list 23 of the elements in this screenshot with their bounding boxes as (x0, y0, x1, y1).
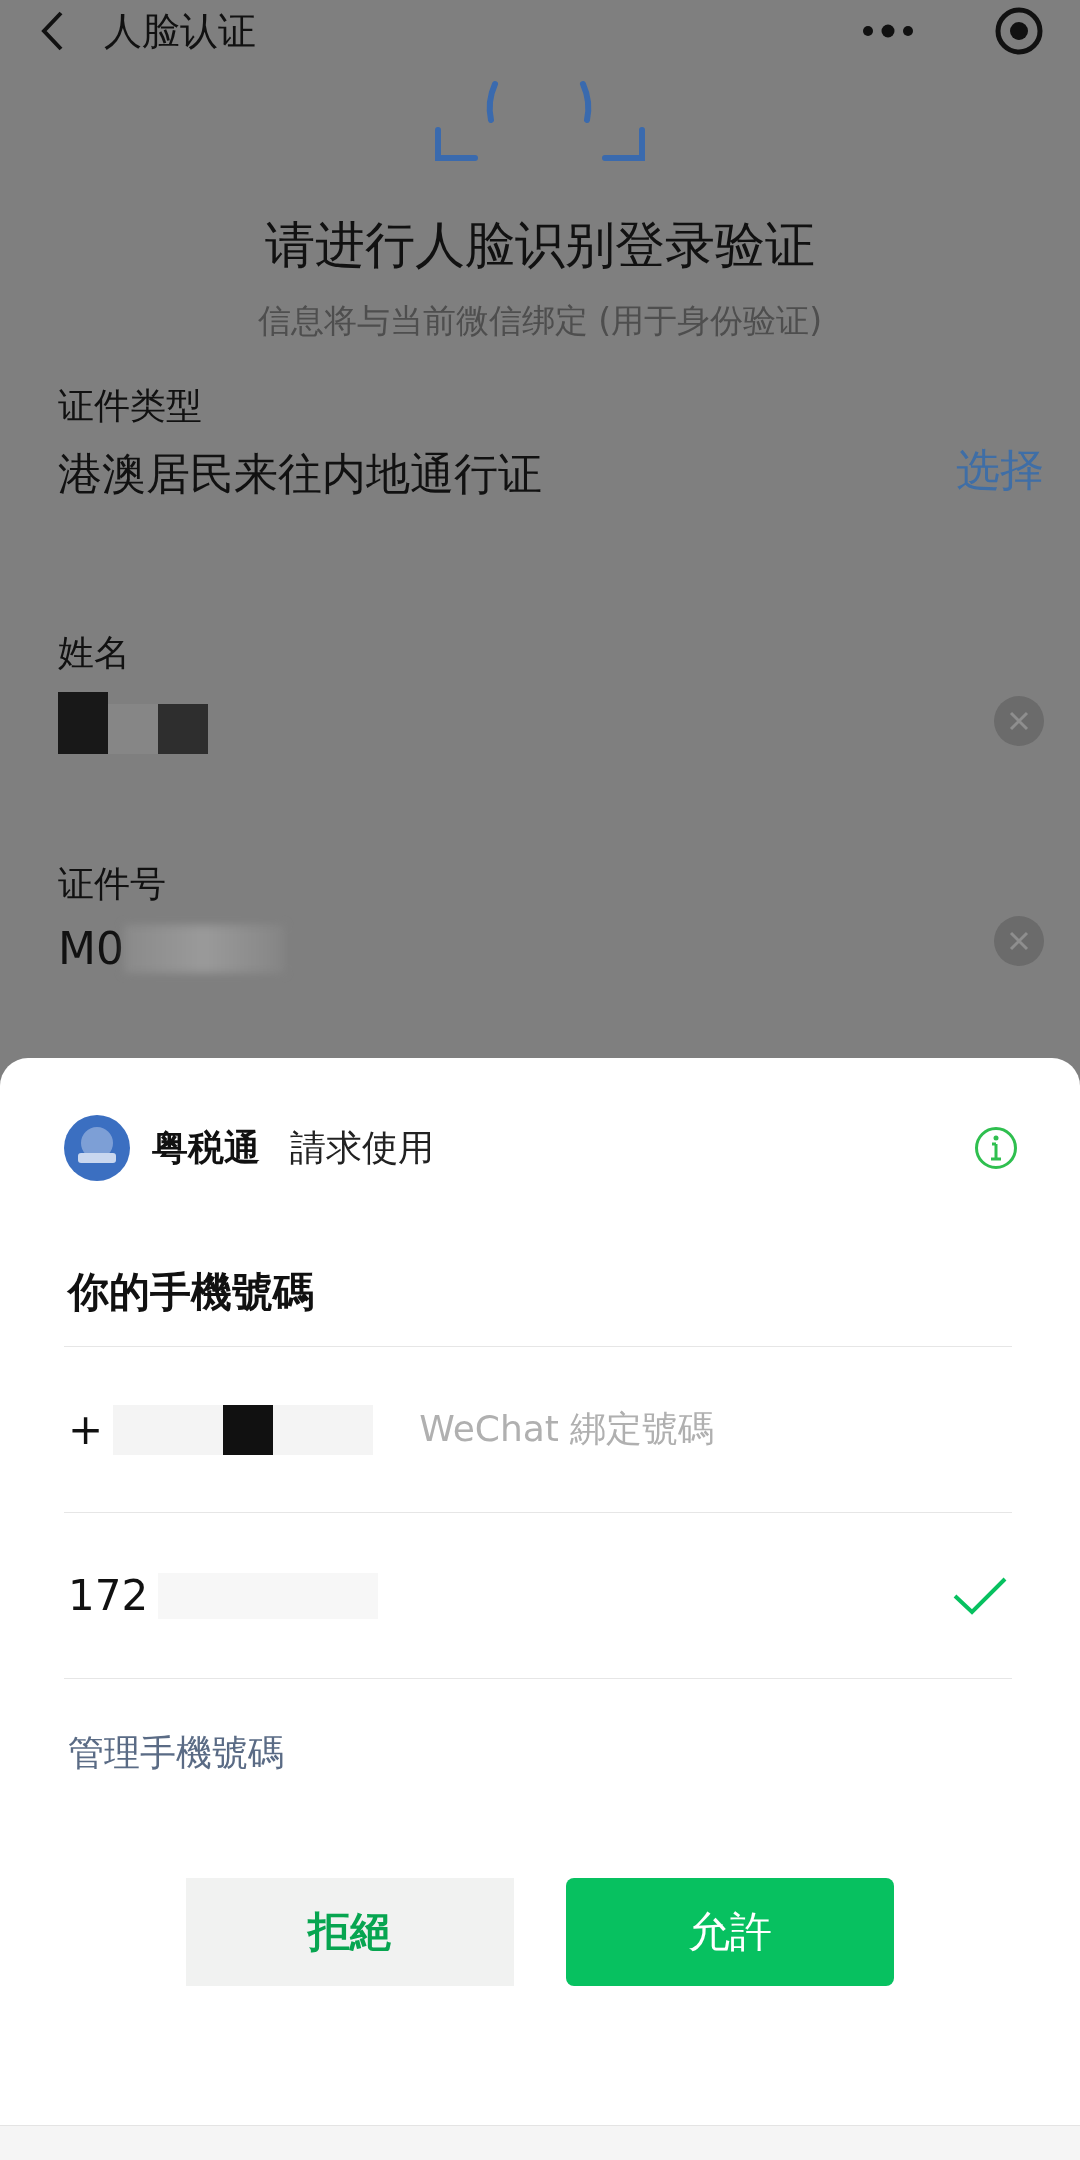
sheet-title: 你的手機號碼 (66, 1266, 315, 1318)
app-name: 粤税通 (152, 1125, 260, 1170)
field-label: 证件类型 (58, 384, 203, 428)
field-label: 姓名 (58, 631, 131, 675)
phone-option[interactable]: 172 (64, 1513, 1012, 1679)
page-heading: 请进行人脸识别登录验证 (264, 215, 816, 276)
request-text: 請求使用 (290, 1125, 435, 1170)
phone-number: 172 (68, 1571, 149, 1620)
field-label: 证件号 (58, 862, 167, 906)
phone-option[interactable]: + WeChat 綁定號碼 (64, 1347, 1012, 1513)
field-value: 港澳居民来往内地通行证 (58, 447, 542, 501)
check-icon (952, 1575, 1008, 1616)
face-frame-icon (435, 80, 645, 162)
app-logo (64, 1115, 130, 1181)
phone-note: WeChat 綁定號碼 (419, 1407, 716, 1451)
manage-phone-link[interactable]: 管理手機號碼 (68, 1729, 284, 1778)
more-icon[interactable] (862, 24, 914, 38)
page-title: 人脸认证 (104, 7, 257, 55)
close-target-icon[interactable] (994, 6, 1044, 56)
field-value: M0 (58, 923, 124, 974)
phone-number: + (68, 1405, 104, 1454)
back-icon[interactable] (40, 10, 64, 52)
deny-button[interactable]: 拒絕 (186, 1878, 514, 1986)
